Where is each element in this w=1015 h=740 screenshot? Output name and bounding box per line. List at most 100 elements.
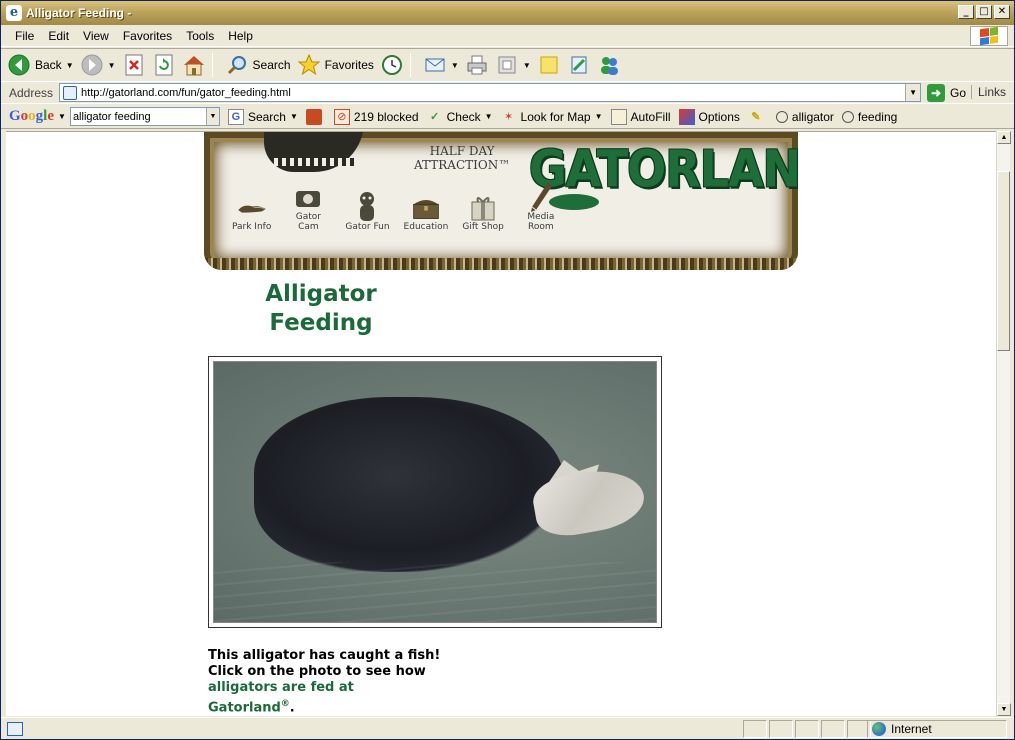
history-button[interactable]: [380, 51, 404, 79]
options-button[interactable]: Options: [678, 108, 740, 125]
search-term-feeding[interactable]: feeding: [841, 110, 897, 124]
title-bar: e Alligator Feeding - _ □ ✕: [1, 1, 1014, 25]
address-dropdown-icon[interactable]: ▼: [905, 84, 921, 101]
go-button[interactable]: ➜ Go: [927, 83, 966, 102]
nav-gift-shop[interactable]: Gift Shop: [462, 192, 504, 232]
gift-box-icon: [468, 192, 498, 222]
nav-gator-cam[interactable]: Gator Cam: [285, 182, 331, 232]
standard-toolbar: Back ▼ ▼ Search Favorites ▼ ▼: [1, 48, 1014, 82]
menu-file[interactable]: File: [8, 29, 41, 43]
refresh-icon: [152, 53, 176, 77]
mail-button[interactable]: ▼: [423, 51, 459, 79]
nav-gator-fun[interactable]: Gator Fun: [345, 192, 390, 232]
google-search-input[interactable]: [70, 110, 203, 123]
alligator-catching-fish-photo: [213, 361, 657, 623]
stop-button[interactable]: [122, 51, 146, 79]
research-button[interactable]: [567, 51, 591, 79]
star-icon: [297, 53, 321, 77]
check-dropdown-icon[interactable]: ▼: [485, 112, 493, 121]
menu-edit[interactable]: Edit: [41, 29, 76, 43]
address-bar: Address ▼ ➜ Go Links: [1, 82, 1014, 104]
edit-dropdown-icon[interactable]: ▼: [523, 61, 531, 70]
banner-torn-edge: [204, 258, 798, 270]
magic-wand-icon: ✶: [503, 111, 514, 123]
menu-help[interactable]: Help: [221, 29, 260, 43]
vertical-scrollbar[interactable]: ▲ ▼: [996, 131, 1011, 716]
scroll-up-arrow-icon[interactable]: ▲: [997, 131, 1011, 144]
spellcheck-icon: ✓: [430, 111, 440, 123]
page-icon: [63, 85, 78, 100]
links-button[interactable]: Links: [970, 85, 1006, 99]
address-field-container: ▼: [59, 83, 922, 102]
security-zone[interactable]: Internet: [867, 720, 1007, 738]
google-logo[interactable]: Google: [9, 108, 54, 125]
favorites-button[interactable]: Favorites: [297, 51, 374, 79]
search-icon: [225, 53, 249, 77]
camera-icon: [293, 182, 323, 212]
note-icon: [537, 53, 561, 77]
nav-education[interactable]: Education: [404, 192, 448, 232]
search-button[interactable]: Search: [225, 51, 291, 79]
feeding-link-line2[interactable]: Gatorland: [208, 700, 281, 715]
google-search-dropdown-icon[interactable]: ▼: [290, 112, 298, 121]
back-arrow-icon: [7, 53, 31, 77]
look-for-map-button[interactable]: ✶ Look for Map ▼: [501, 109, 603, 125]
mail-dropdown-icon[interactable]: ▼: [451, 61, 459, 70]
alligator-photo-link[interactable]: [208, 356, 662, 628]
edit-button[interactable]: ▼: [495, 51, 531, 79]
nav-park-info[interactable]: Park Info: [232, 192, 271, 232]
close-button[interactable]: ✕: [994, 5, 1010, 19]
feeding-link-line1[interactable]: alligators are fed at: [208, 680, 440, 696]
search-term-alligator[interactable]: alligator: [775, 110, 834, 124]
half-day-attraction-tagline: HALF DAY ATTRACTION™: [414, 144, 511, 172]
research-icon: [567, 53, 591, 77]
mail-icon: [423, 53, 447, 77]
go-arrow-icon: ➜: [927, 83, 946, 102]
home-button[interactable]: [182, 51, 206, 79]
scroll-down-arrow-icon[interactable]: ▼: [997, 703, 1011, 716]
discuss-button[interactable]: [537, 51, 561, 79]
autofill-icon: [610, 108, 627, 125]
google-search-dropdown-icon[interactable]: ▼: [205, 108, 219, 125]
find-term-icon: [775, 110, 788, 123]
edit-icon: [495, 53, 519, 77]
menu-bar: File Edit View Favorites Tools Help: [1, 25, 1014, 47]
address-input[interactable]: [81, 86, 902, 99]
google-news-button[interactable]: [305, 108, 326, 125]
print-button[interactable]: [465, 51, 489, 79]
google-menu-dropdown-icon[interactable]: ▼: [58, 112, 66, 121]
highlighter-icon: ✎: [751, 111, 761, 123]
address-label: Address: [9, 85, 54, 100]
water-ripples: [214, 562, 656, 622]
toolbar-separator: [409, 53, 411, 77]
forward-button[interactable]: ▼: [80, 51, 116, 79]
page-title: Alligator Feeding: [265, 281, 377, 336]
find-term-icon: [841, 110, 854, 123]
popup-blocker-icon: ⊘: [333, 108, 350, 125]
menu-view[interactable]: View: [76, 29, 116, 43]
toolbar-separator: [211, 53, 213, 77]
ie-app-icon[interactable]: e: [6, 5, 22, 21]
forward-dropdown-icon[interactable]: ▼: [108, 61, 116, 70]
windows-logo: [970, 26, 1008, 46]
maximize-button[interactable]: □: [976, 5, 992, 19]
messenger-button[interactable]: [597, 51, 621, 79]
popup-blocker-button[interactable]: ⊘ 219 blocked: [333, 108, 419, 125]
menu-tools[interactable]: Tools: [179, 29, 221, 43]
back-button[interactable]: Back ▼: [7, 51, 74, 79]
news-icon: [305, 108, 322, 125]
nav-media-room[interactable]: Media Room: [518, 182, 564, 232]
highlight-button[interactable]: ✎: [748, 109, 768, 125]
spell-check-button[interactable]: ✓ Check ▼: [427, 109, 493, 125]
back-dropdown-icon[interactable]: ▼: [66, 61, 74, 70]
printer-icon: [465, 53, 489, 77]
scrollbar-thumb[interactable]: [997, 171, 1010, 351]
menu-favorites[interactable]: Favorites: [116, 29, 179, 43]
autofill-button[interactable]: AutoFill: [610, 108, 671, 125]
minimize-button[interactable]: _: [958, 5, 974, 19]
map-dropdown-icon[interactable]: ▼: [595, 112, 603, 121]
refresh-button[interactable]: [152, 51, 176, 79]
google-search-button[interactable]: G Search ▼: [227, 108, 298, 125]
home-icon: [182, 53, 206, 77]
status-panes: [743, 720, 873, 738]
